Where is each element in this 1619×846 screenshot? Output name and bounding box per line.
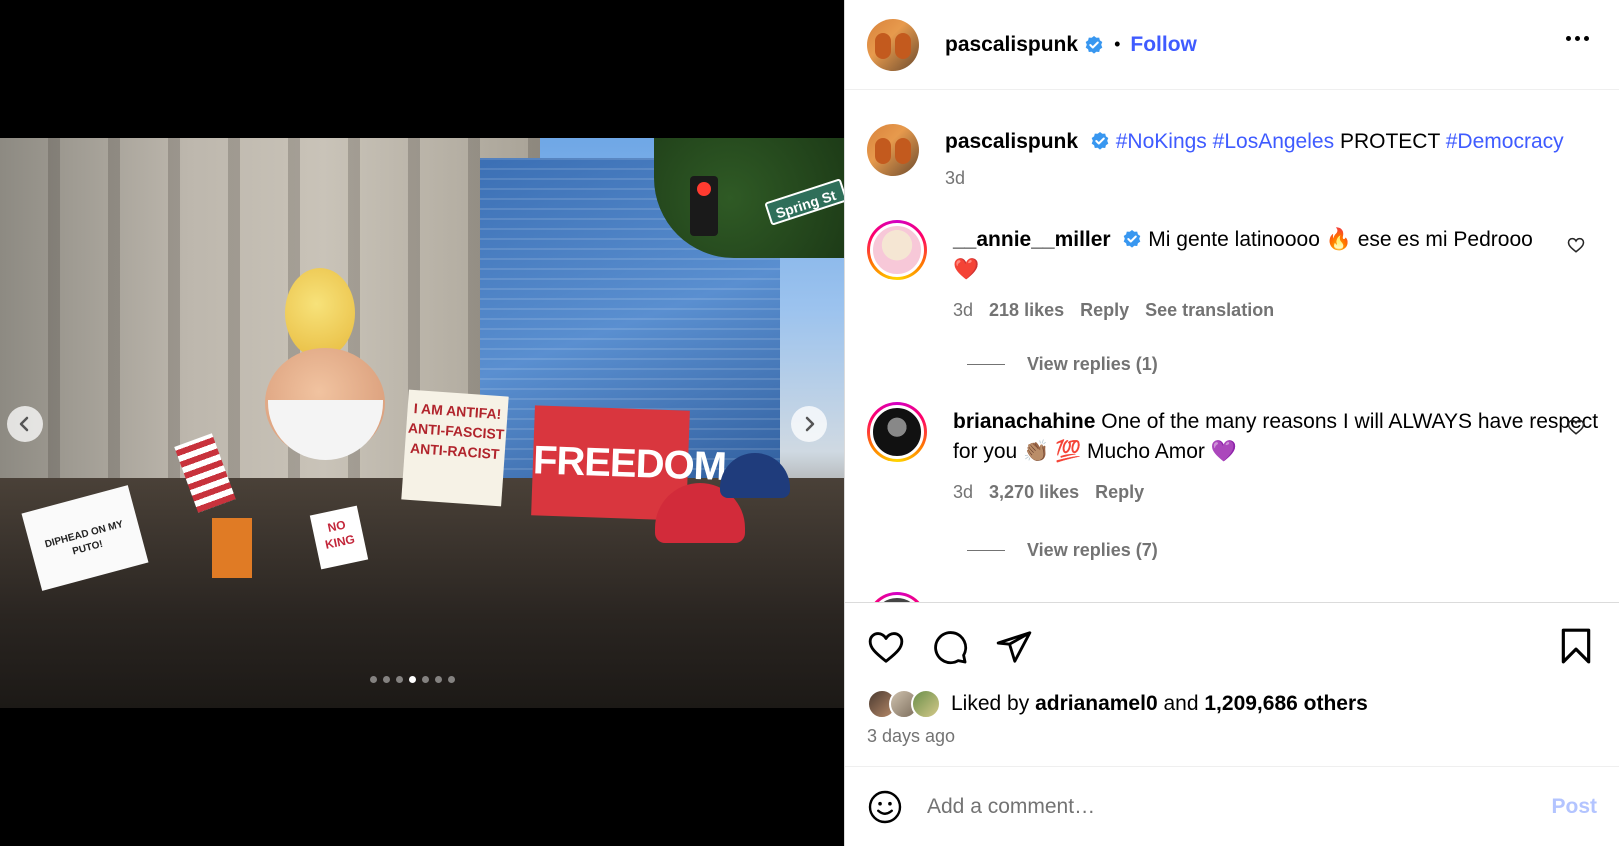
post-photo[interactable]: Spring St I AM ANTIFA! ANTI-FASCIST ANTI… (0, 138, 844, 708)
balloon-head (285, 268, 355, 358)
sign-orange (212, 518, 252, 578)
comment-text-line2: ❤️ (953, 258, 980, 281)
carousel-dot (383, 676, 390, 683)
comment-item: brianachahine One of the many reasons I … (867, 402, 1599, 507)
more-options-icon[interactable] (1566, 36, 1589, 41)
carousel-dot (422, 676, 429, 683)
comment-like-heart-icon[interactable] (1567, 418, 1585, 441)
verified-badge-icon (1122, 229, 1142, 249)
paper-plane-icon (996, 630, 1032, 663)
comment-input[interactable] (927, 794, 1552, 819)
liked-by-label: Liked by (951, 692, 1030, 715)
media-pane: Spring St I AM ANTIFA! ANTI-FASCIST ANTI… (0, 0, 844, 846)
liked-by-user[interactable]: adrianamel0 (1035, 692, 1158, 716)
post-header: pascalispunk • Follow (845, 0, 1619, 90)
liker-avatars[interactable] (867, 689, 941, 719)
separator-dot: • (1114, 34, 1121, 54)
caption-text: PROTECT (1339, 130, 1440, 153)
sign-antifa: I AM ANTIFA! ANTI-FASCIST ANTI-RACIST (401, 389, 509, 507)
post-modal: Spring St I AM ANTIFA! ANTI-FASCIST ANTI… (0, 0, 1619, 846)
comment-time: 3d (953, 482, 974, 502)
comment-text: Mi gente latinoooo 🔥 ese es mi Pedrooo (1148, 228, 1533, 251)
post-sidebar: pascalispunk • Follow pascalispunk #NoKi… (844, 0, 1619, 846)
likes-and: and (1163, 692, 1199, 715)
share-button[interactable] (995, 628, 1033, 666)
likes-count[interactable]: 1,209,686 others (1204, 692, 1367, 716)
story-ring[interactable] (867, 402, 927, 462)
owner-username[interactable]: pascalispunk (945, 33, 1078, 57)
comment-button[interactable] (931, 628, 969, 666)
save-button[interactable] (1559, 627, 1593, 670)
comment-item: __annie__miller Mi gente latinoooo 🔥 ese… (867, 220, 1599, 325)
comment-body: brianachahine One of the many reasons I … (953, 402, 1599, 507)
view-replies-label: View replies (1) (1027, 354, 1158, 374)
carousel-dot (370, 676, 377, 683)
view-replies-button[interactable]: View replies (7) (967, 540, 1158, 561)
comment-username[interactable]: brianachahine (953, 410, 1095, 433)
comment-username[interactable]: __annie__miller (953, 228, 1111, 251)
view-replies-button[interactable]: View replies (1) (967, 354, 1158, 375)
comment-likes[interactable]: 3,270 likes (989, 477, 1079, 507)
comment-likes[interactable]: 218 likes (989, 295, 1064, 325)
carousel-dot (448, 676, 455, 683)
caption-time: 3d (945, 168, 966, 188)
comment-time: 3d (953, 300, 974, 320)
likes-summary: Liked by adrianamel0 and 1,209,686 other… (845, 684, 1619, 724)
comments-list[interactable]: pascalispunk #NoKings #LosAngeles PROTEC… (845, 90, 1619, 602)
add-comment-bar: Post (845, 766, 1619, 846)
emoji-button[interactable] (867, 789, 903, 825)
comment-bubble-icon (934, 630, 968, 664)
chevron-left-icon (19, 416, 29, 432)
commenter-avatar (870, 595, 924, 602)
comment-meta: 3d 218 likes Reply See translation (953, 295, 1599, 325)
commenter-avatar (870, 405, 924, 459)
hashtag-link[interactable]: #Democracy (1446, 130, 1564, 153)
replies-line (967, 550, 1005, 551)
carousel-dots (370, 676, 455, 683)
see-translation-button[interactable]: See translation (1145, 295, 1274, 325)
like-button[interactable] (867, 628, 905, 666)
owner-avatar[interactable] (867, 18, 919, 71)
reply-button[interactable]: Reply (1080, 295, 1129, 325)
verified-badge-icon (1084, 35, 1104, 55)
verified-badge-icon (1090, 131, 1110, 151)
liker-avatar (911, 689, 941, 719)
story-ring[interactable] (867, 220, 927, 280)
traffic-light (690, 176, 718, 236)
comment-item-partial (867, 592, 1599, 602)
action-bar (845, 602, 1619, 690)
bookmark-icon (1561, 628, 1591, 664)
caption-avatar[interactable] (867, 124, 919, 176)
caption-username[interactable]: pascalispunk (945, 130, 1078, 153)
comment-body: __annie__miller Mi gente latinoooo 🔥 ese… (953, 220, 1599, 325)
caption-meta: 3d (945, 163, 1599, 193)
smiley-icon (868, 790, 902, 823)
post-time: 3 days ago (867, 726, 956, 746)
follow-button[interactable]: Follow (1130, 33, 1197, 57)
caption: pascalispunk #NoKings #LosAngeles PROTEC… (867, 124, 1599, 193)
hashtag-link[interactable]: #LosAngeles (1213, 130, 1334, 153)
hashtag-link[interactable]: #NoKings (1116, 130, 1207, 153)
carousel-prev-button[interactable] (7, 406, 43, 442)
caption-body: pascalispunk #NoKings #LosAngeles PROTEC… (945, 124, 1599, 193)
reply-button[interactable]: Reply (1095, 477, 1144, 507)
carousel-dot (396, 676, 403, 683)
carousel-next-button[interactable] (791, 406, 827, 442)
view-replies-label: View replies (7) (1027, 540, 1158, 560)
heart-icon (868, 631, 904, 663)
story-ring[interactable] (867, 592, 927, 602)
chevron-right-icon (805, 416, 815, 432)
carousel-dot (435, 676, 442, 683)
comment-like-heart-icon[interactable] (1567, 236, 1585, 259)
replies-line (967, 364, 1005, 365)
comment-meta: 3d 3,270 likes Reply (953, 477, 1599, 507)
commenter-avatar (870, 223, 924, 277)
post-comment-button[interactable]: Post (1551, 795, 1597, 819)
carousel-dot (409, 676, 416, 683)
